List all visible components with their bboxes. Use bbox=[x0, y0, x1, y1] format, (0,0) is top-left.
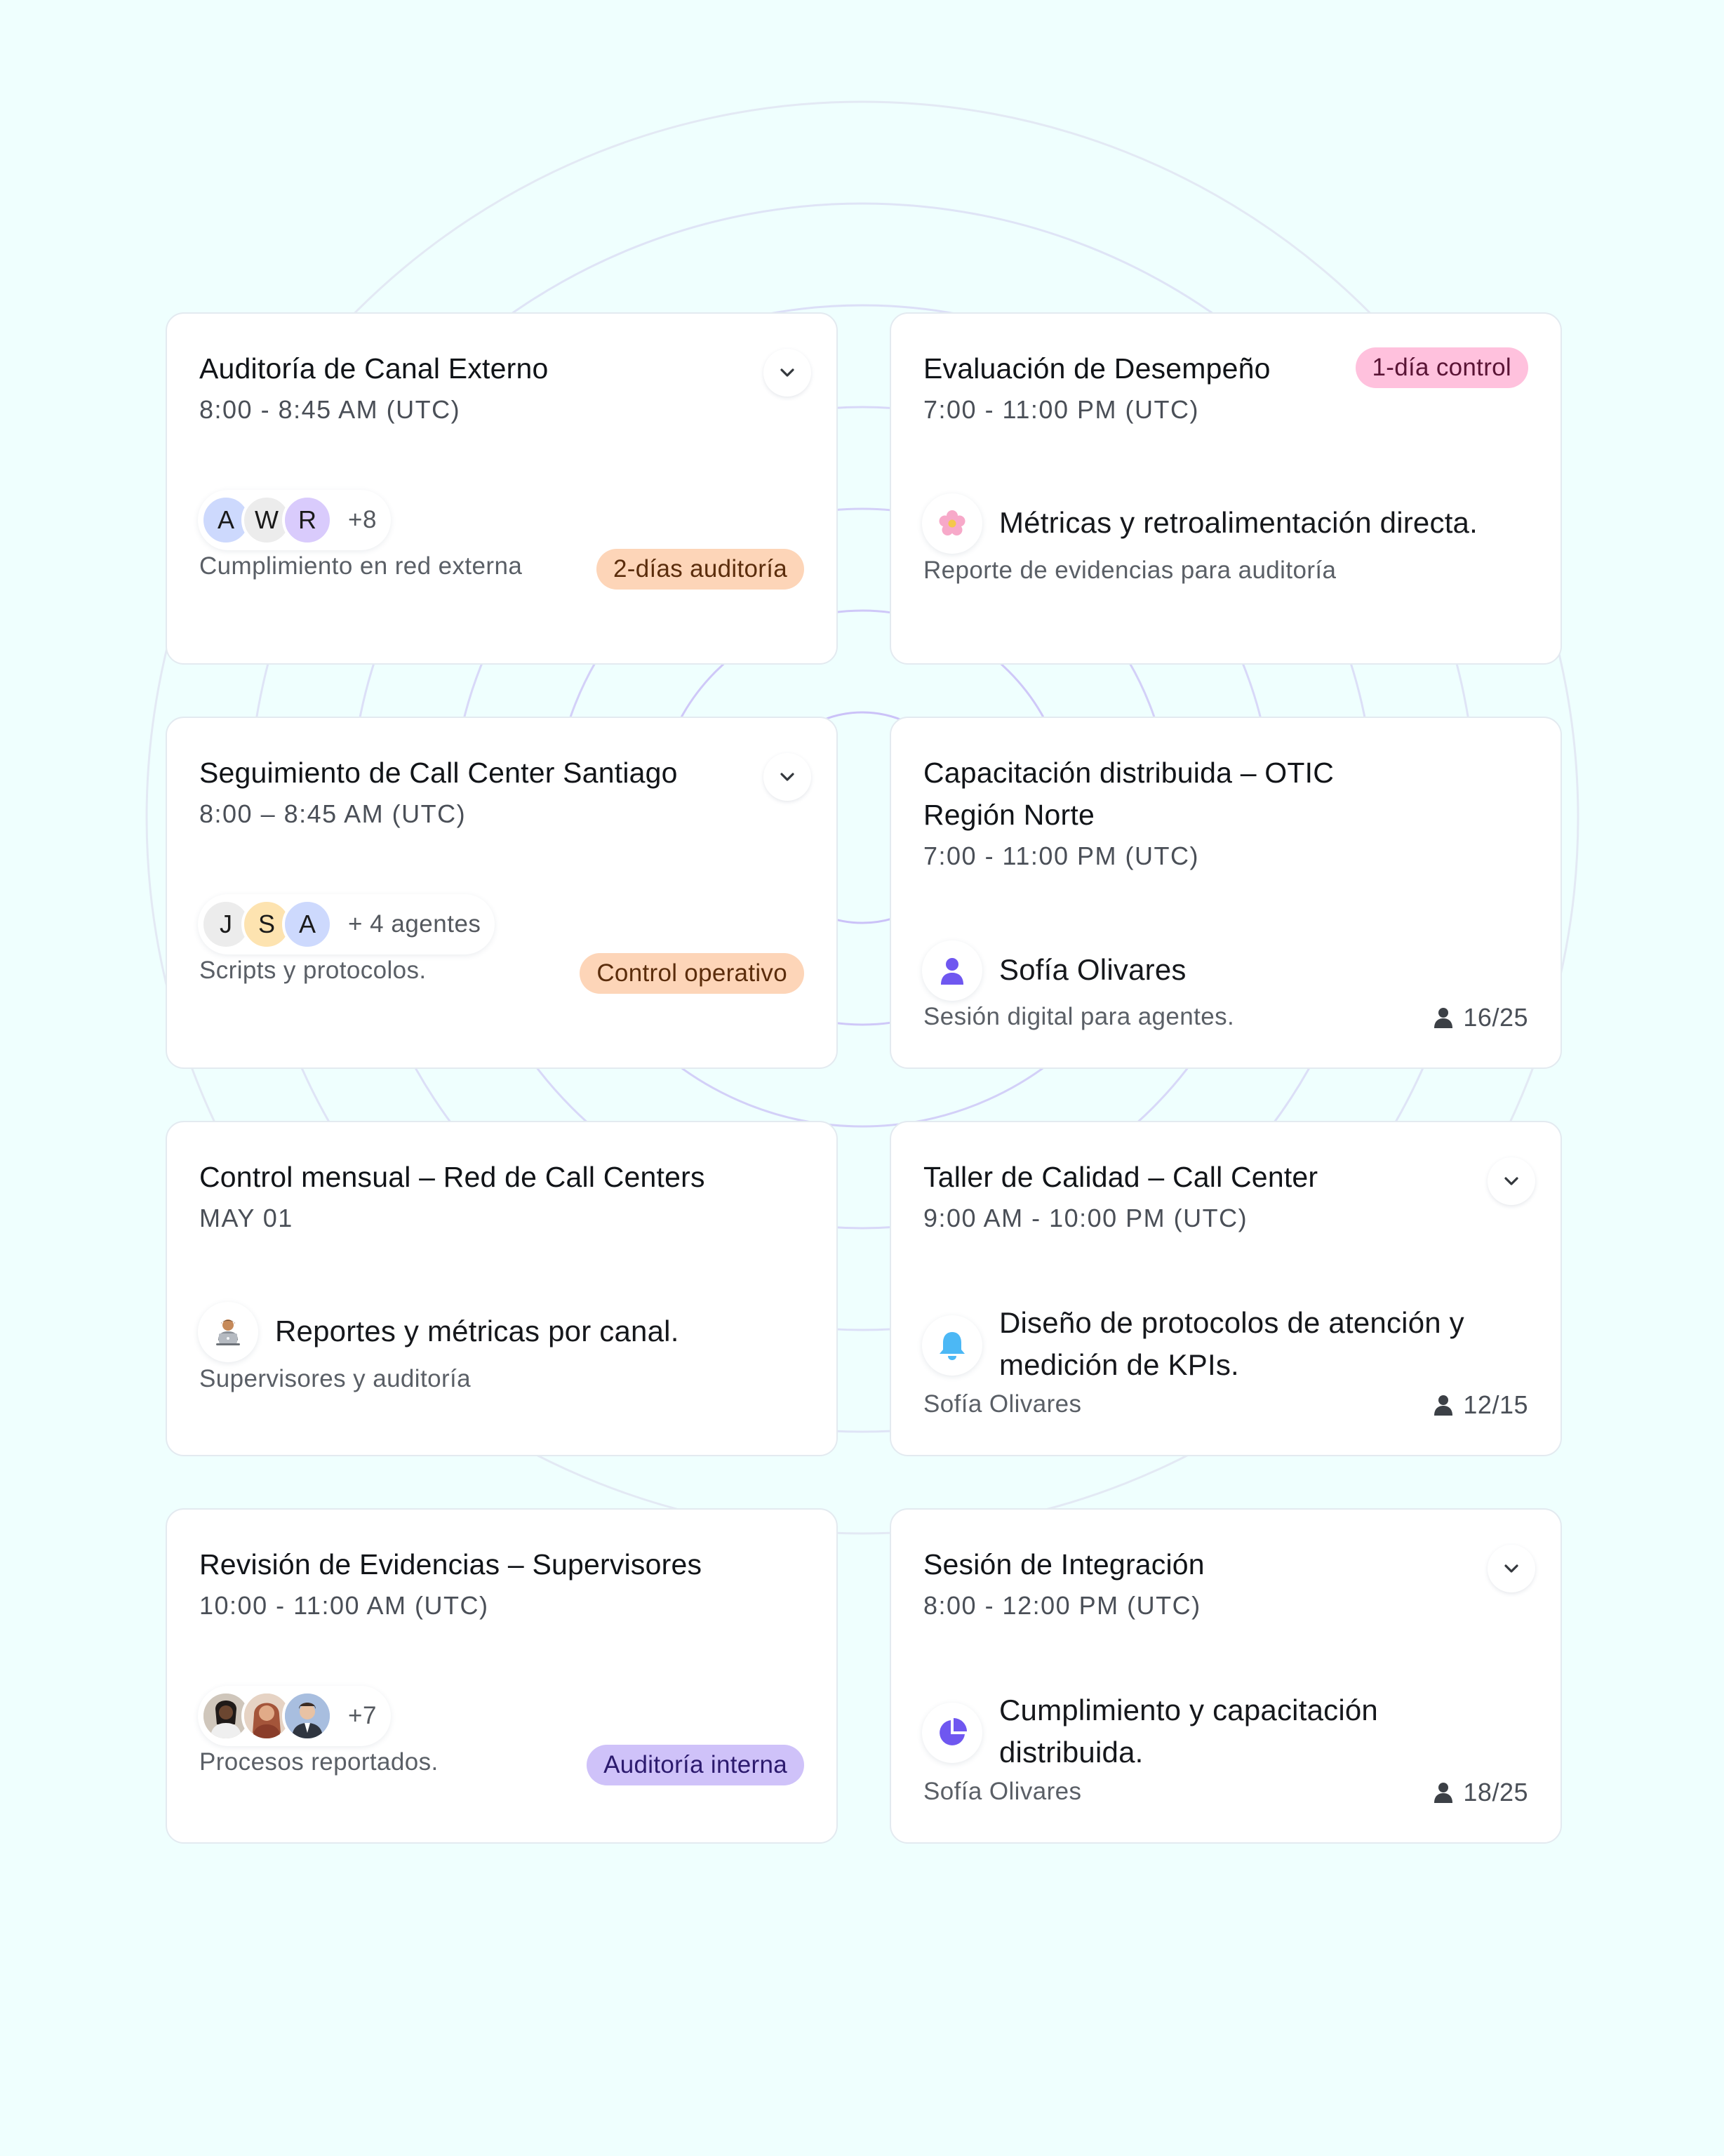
chevron-down-icon bbox=[780, 773, 794, 781]
event-card-capacitacion-distribuida[interactable]: Capacitación distribuida – OTIC Región N… bbox=[890, 717, 1562, 1069]
chevron-down-icon bbox=[1504, 1177, 1518, 1185]
event-footer: Sofía Olivares bbox=[923, 1390, 1082, 1418]
capacity-count: 18/25 bbox=[1432, 1778, 1528, 1807]
person-at-computer-icon bbox=[198, 1302, 258, 1362]
event-time: 8:00 – 8:45 AM (UTC) bbox=[199, 799, 467, 828]
user-icon bbox=[1434, 1395, 1453, 1416]
event-footer: Sofía Olivares bbox=[923, 1778, 1082, 1805]
event-footer: Scripts y protocolos. bbox=[199, 957, 427, 984]
event-description-line-2: distribuida. bbox=[999, 1736, 1144, 1769]
event-title: Seguimiento de Call Center Santiago bbox=[199, 757, 678, 789]
capacity-count: 12/15 bbox=[1432, 1390, 1528, 1420]
capacity-count: 16/25 bbox=[1432, 1003, 1528, 1032]
attendee-avatars[interactable]: J S A + 4 agentes bbox=[198, 894, 495, 954]
more-attendees-count: + 4 agentes bbox=[348, 910, 481, 938]
capacity-value: 18/25 bbox=[1463, 1778, 1528, 1806]
event-card-evaluacion-desempeno[interactable]: Evaluación de Desempeño 1-día control 7:… bbox=[890, 312, 1562, 665]
event-footer: Supervisores y auditoría bbox=[199, 1365, 472, 1392]
person-icon bbox=[922, 940, 982, 1001]
event-time: 8:00 - 12:00 PM (UTC) bbox=[923, 1591, 1201, 1620]
more-attendees-count: +7 bbox=[348, 1702, 377, 1729]
event-time: 7:00 - 11:00 PM (UTC) bbox=[923, 395, 1199, 424]
avatar: A bbox=[282, 899, 333, 950]
event-title: Revisión de Evidencias – Supervisores bbox=[199, 1548, 702, 1581]
event-title: Control mensual – Red de Call Centers bbox=[199, 1161, 705, 1193]
event-card-seguimiento-call-center[interactable]: Seguimiento de Call Center Santiago 8:00… bbox=[166, 717, 838, 1069]
event-description-line-2: medición de KPIs. bbox=[999, 1348, 1239, 1381]
event-title: Evaluación de Desempeño bbox=[923, 352, 1271, 385]
event-footer: Cumplimiento en red externa bbox=[199, 552, 523, 580]
pie-chart-icon bbox=[922, 1703, 982, 1763]
event-description: Reportes y métricas por canal. bbox=[275, 1315, 679, 1348]
event-card-taller-calidad[interactable]: Taller de Calidad – Call Center 9:00 AM … bbox=[890, 1121, 1562, 1456]
expand-button[interactable] bbox=[763, 753, 811, 801]
event-title: Taller de Calidad – Call Center bbox=[923, 1161, 1318, 1193]
attendee-avatars[interactable]: A W R +8 bbox=[198, 490, 391, 550]
flower-icon bbox=[922, 493, 982, 554]
event-time: 8:00 - 8:45 AM (UTC) bbox=[199, 395, 461, 424]
chevron-down-icon bbox=[780, 368, 794, 377]
capacity-value: 16/25 bbox=[1463, 1003, 1528, 1032]
event-footer: Reporte de evidencias para auditoría bbox=[923, 557, 1337, 584]
event-title: Auditoría de Canal Externo bbox=[199, 352, 549, 385]
event-description-line-1: Diseño de protocolos de atención y bbox=[999, 1306, 1464, 1339]
expand-button[interactable] bbox=[763, 349, 811, 397]
event-footer: Sesión digital para agentes. bbox=[923, 1003, 1235, 1030]
event-time: 7:00 - 11:00 PM (UTC) bbox=[923, 841, 1199, 870]
status-badge: Control operativo bbox=[580, 953, 804, 994]
photo-avatar bbox=[282, 1691, 333, 1741]
more-attendees-count: +8 bbox=[348, 506, 377, 533]
event-card-revision-evidencias[interactable]: Revisión de Evidencias – Supervisores 10… bbox=[166, 1508, 838, 1844]
bell-icon bbox=[922, 1315, 982, 1376]
user-icon bbox=[1434, 1783, 1453, 1803]
user-icon bbox=[1434, 1008, 1453, 1028]
event-title-line-1: Capacitación distribuida – OTIC bbox=[923, 757, 1335, 789]
event-time: 10:00 - 11:00 AM (UTC) bbox=[199, 1591, 489, 1620]
host-name: Sofía Olivares bbox=[999, 953, 1187, 986]
event-card-control-mensual[interactable]: Control mensual – Red de Call Centers MA… bbox=[166, 1121, 838, 1456]
capacity-value: 12/15 bbox=[1463, 1390, 1528, 1419]
event-title: Sesión de Integración bbox=[923, 1548, 1205, 1581]
status-badge: 1-día control bbox=[1355, 347, 1528, 388]
event-time: MAY 01 bbox=[199, 1204, 293, 1232]
attendee-avatars[interactable]: +7 bbox=[198, 1686, 391, 1746]
chevron-down-icon bbox=[1504, 1564, 1518, 1573]
event-description: Métricas y retroalimentación directa. bbox=[999, 506, 1478, 539]
status-badge: 2-días auditoría bbox=[596, 549, 804, 590]
event-footer: Procesos reportados. bbox=[199, 1748, 439, 1776]
event-description-line-1: Cumplimiento y capacitación bbox=[999, 1693, 1378, 1726]
expand-button[interactable] bbox=[1488, 1545, 1535, 1592]
event-time: 9:00 AM - 10:00 PM (UTC) bbox=[923, 1204, 1248, 1232]
event-card-sesion-integracion[interactable]: Sesión de Integración 8:00 - 12:00 PM (U… bbox=[890, 1508, 1562, 1844]
status-badge: Auditoría interna bbox=[587, 1745, 804, 1785]
event-title-line-2: Región Norte bbox=[923, 799, 1095, 831]
expand-button[interactable] bbox=[1488, 1157, 1535, 1205]
event-card-auditoria-canal-externo[interactable]: Auditoría de Canal Externo 8:00 - 8:45 A… bbox=[166, 312, 838, 665]
avatar: R bbox=[282, 495, 333, 545]
